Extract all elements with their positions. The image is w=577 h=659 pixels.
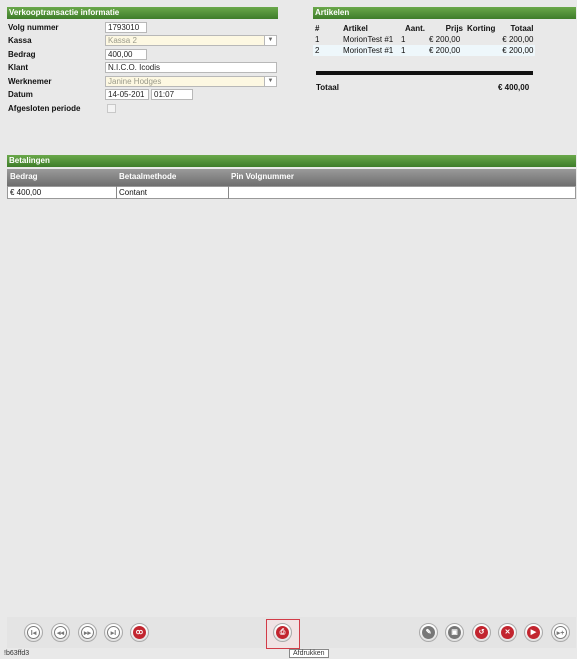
- table-row[interactable]: € 400,00 Contant: [7, 186, 576, 199]
- previous-record-button[interactable]: ◂◂: [51, 623, 70, 642]
- artikelen-table: # Artikel Aant. Prijs Korting Totaal 1 M…: [313, 22, 536, 56]
- tijd-field[interactable]: 01:07: [151, 89, 193, 100]
- print-button[interactable]: ⎙: [273, 623, 292, 642]
- step-forward-icon: ▸+: [554, 626, 567, 639]
- col-nr-header: #: [315, 23, 320, 33]
- klant-field[interactable]: N.I.C.O. Icodis: [105, 62, 277, 73]
- cell-korting: [465, 34, 498, 45]
- betalingen-section-header: Betalingen: [7, 155, 576, 167]
- artikelen-header-row: # Artikel Aant. Prijs Korting Totaal: [313, 22, 535, 34]
- cell-prijs: € 200,00: [427, 34, 465, 45]
- col-artikel-header: Artikel: [343, 23, 368, 33]
- datum-label: Datum: [8, 90, 33, 99]
- search-button[interactable]: ꝏ: [130, 623, 149, 642]
- play-button[interactable]: ▶: [524, 623, 543, 642]
- col-betaalmethode-header: Betaalmethode: [119, 172, 177, 181]
- cell-bedrag: € 400,00: [10, 188, 42, 197]
- step-forward-button[interactable]: ▸+: [551, 623, 570, 642]
- bedrag-field[interactable]: 400,00: [105, 49, 147, 60]
- volg-nummer-label: Volg nummer: [8, 23, 59, 32]
- first-icon: I◂: [27, 626, 40, 639]
- status-text: !b63ffd3: [4, 650, 30, 657]
- col-totaal-header: Totaal: [510, 23, 534, 33]
- col-prijs-header: Prijs: [445, 23, 463, 33]
- werknemer-dropdown[interactable]: Janine Hodges ▼: [105, 76, 277, 87]
- last-record-button[interactable]: ▸I: [104, 623, 123, 642]
- kassa-value: Kassa 2: [108, 36, 137, 45]
- kassa-label: Kassa: [8, 36, 32, 45]
- kassa-dropdown[interactable]: Kassa 2 ▼: [105, 35, 277, 46]
- info-section-header: Verkooptransactie informatie: [7, 7, 278, 19]
- werknemer-value: Janine Hodges: [108, 77, 162, 86]
- col-korting-header: Korting: [467, 23, 496, 33]
- afgesloten-periode-checkbox[interactable]: [107, 104, 116, 113]
- play-icon: ▶: [527, 626, 540, 639]
- last-icon: ▸I: [107, 626, 120, 639]
- undo-icon: ↺: [475, 626, 488, 639]
- cell-aant: 1: [399, 45, 427, 56]
- save-icon: ▣: [448, 626, 461, 639]
- printer-icon: ⎙: [276, 626, 289, 639]
- artikelen-section-header: Artikelen: [313, 7, 576, 19]
- column-divider: [116, 186, 117, 199]
- afgesloten-periode-label: Afgesloten periode: [8, 104, 81, 113]
- totaal-label: Totaal: [316, 83, 339, 92]
- artikelen-divider: [316, 71, 533, 75]
- undo-button[interactable]: ↺: [472, 623, 491, 642]
- cell-artikel: MorionTest #1: [341, 34, 399, 45]
- chevron-down-icon[interactable]: ▼: [264, 36, 276, 45]
- chevron-down-icon[interactable]: ▼: [264, 77, 276, 86]
- cell-nr: 2: [313, 45, 341, 56]
- col-pin-volgnummer-header: Pin Volgnummer: [231, 172, 294, 181]
- column-divider: [228, 186, 229, 199]
- edit-icon: ✎: [422, 626, 435, 639]
- cell-artikel: MorionTest #1: [341, 45, 399, 56]
- col-aant-header: Aant.: [405, 23, 425, 33]
- cell-aant: 1: [399, 34, 427, 45]
- werknemer-label: Werknemer: [8, 77, 52, 86]
- table-row[interactable]: 2 MorionTest #1 1 € 200,00 € 200,00: [313, 45, 536, 56]
- cell-prijs: € 200,00: [427, 45, 465, 56]
- cell-betaalmethode: Contant: [119, 188, 148, 197]
- delete-button[interactable]: ✕: [498, 623, 517, 642]
- delete-icon: ✕: [501, 626, 514, 639]
- next-icon: ▸▸: [81, 626, 94, 639]
- previous-icon: ◂◂: [54, 626, 67, 639]
- volg-nummer-field[interactable]: 1793010: [105, 22, 147, 33]
- totaal-value: € 400,00: [498, 83, 530, 92]
- betalingen-header-row: Bedrag Betaalmethode Pin Volgnummer: [7, 169, 576, 186]
- next-record-button[interactable]: ▸▸: [78, 623, 97, 642]
- binoculars-icon: ꝏ: [133, 626, 146, 639]
- table-row[interactable]: 1 MorionTest #1 1 € 200,00 € 200,00: [313, 34, 536, 45]
- bedrag-label: Bedrag: [8, 50, 36, 59]
- cell-nr: 1: [313, 34, 341, 45]
- klant-label: Klant: [8, 63, 28, 72]
- print-tooltip: Afdrukken: [289, 649, 329, 658]
- datum-field[interactable]: 14-05-201: [105, 89, 149, 100]
- col-bedrag-header: Bedrag: [10, 172, 38, 181]
- edit-button[interactable]: ✎: [419, 623, 438, 642]
- cell-totaal: € 200,00: [497, 45, 536, 56]
- save-button[interactable]: ▣: [445, 623, 464, 642]
- first-record-button[interactable]: I◂: [24, 623, 43, 642]
- cell-korting: [465, 45, 498, 56]
- cell-totaal: € 200,00: [497, 34, 536, 45]
